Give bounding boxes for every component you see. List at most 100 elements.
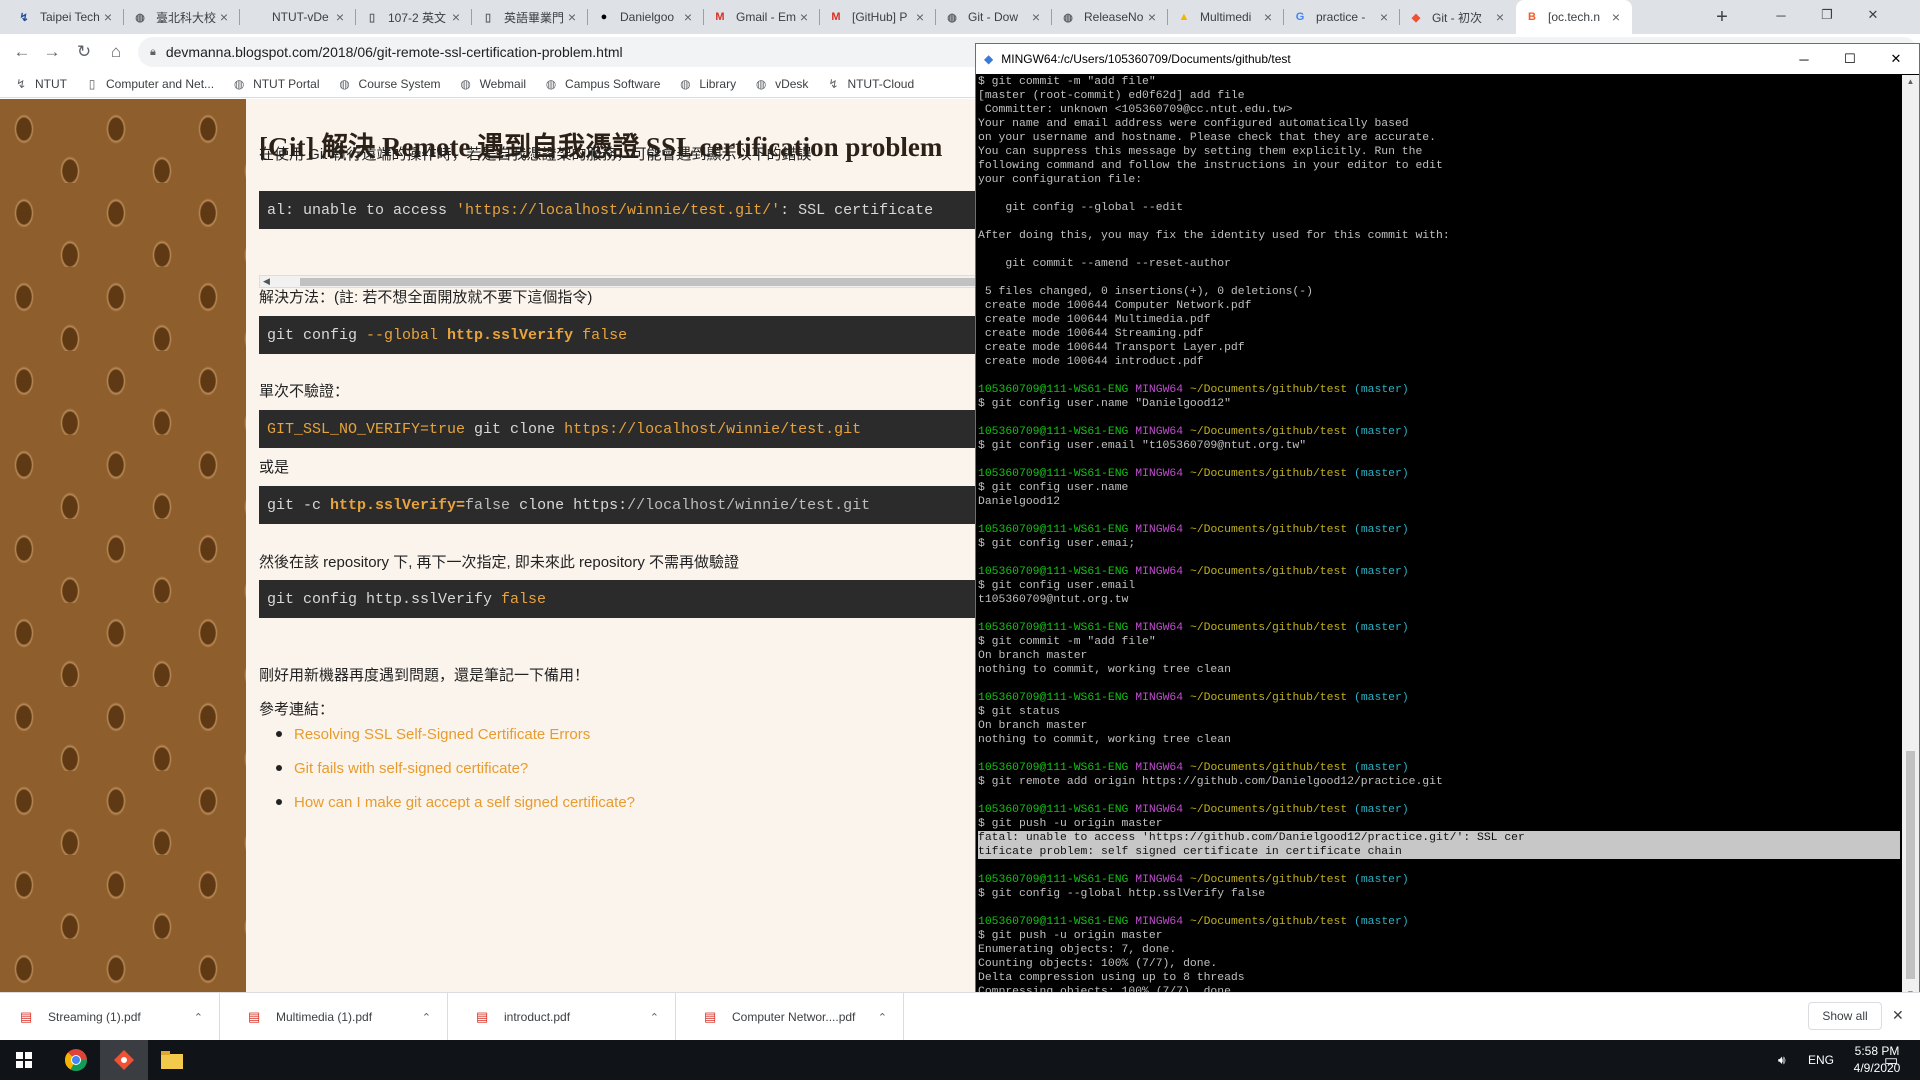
browser-restore-button[interactable]: ❐ bbox=[1804, 0, 1850, 30]
tab-close-icon[interactable]: × bbox=[1608, 9, 1624, 25]
terminal-line: On branch master bbox=[978, 650, 1088, 662]
tab-close-icon[interactable]: × bbox=[448, 9, 464, 25]
tab-close-icon[interactable]: × bbox=[1260, 9, 1276, 25]
new-tab-button[interactable]: + bbox=[1708, 0, 1736, 34]
blogger-icon: B bbox=[1528, 11, 1536, 23]
browser-tab[interactable]: ◍ ReleaseNo × bbox=[1052, 0, 1168, 34]
browser-tab[interactable]: ◍ Git - Dow × bbox=[936, 0, 1052, 34]
back-arrow-icon[interactable]: ← bbox=[8, 38, 36, 66]
tab-close-icon[interactable]: × bbox=[1028, 9, 1044, 25]
chrome-taskbar-icon[interactable] bbox=[52, 1040, 100, 1080]
chevron-up-icon[interactable]: ⌃ bbox=[422, 1011, 431, 1024]
browser-tab[interactable]: ▲ Multimedi × bbox=[1168, 0, 1284, 34]
git-bash-taskbar-icon[interactable] bbox=[100, 1040, 148, 1080]
close-shelf-icon[interactable]: ✕ bbox=[1892, 1007, 1904, 1024]
globe-icon: ◍ bbox=[545, 76, 557, 91]
terminal-close-button[interactable]: ✕ bbox=[1873, 44, 1919, 74]
download-item[interactable]: ▤ Multimedia (1).pdf ⌃ bbox=[228, 993, 448, 1041]
ntut-icon: ↯ bbox=[15, 76, 27, 91]
volume-icon[interactable]: 🔊︎ bbox=[1778, 1040, 1786, 1080]
git-bash-icon: ◆ bbox=[984, 52, 994, 66]
terminal-window[interactable]: ◆ MINGW64:/c/Users/105360709/Documents/g… bbox=[975, 43, 1920, 1001]
terminal-output[interactable]: $ git commit -m "add file" [master (root-… bbox=[978, 75, 1900, 1000]
terminal-line: Danielgood12 bbox=[978, 496, 1061, 508]
browser-tab[interactable]: ↯ Taipei Tech × bbox=[8, 0, 124, 34]
reference-link[interactable]: Git fails with self-signed certificate? bbox=[276, 751, 635, 785]
tab-close-icon[interactable]: × bbox=[332, 9, 348, 25]
terminal-prompt: 105360709@111-WS61-ENG MINGW64 ~/Documen… bbox=[978, 916, 1409, 928]
bookmark-item[interactable]: ◍ NTUT Portal bbox=[232, 76, 320, 91]
terminal-scrollbar[interactable]: ▲ ▼ bbox=[1902, 75, 1919, 1000]
file-explorer-taskbar-icon[interactable] bbox=[148, 1040, 196, 1080]
browser-tab[interactable]: M Gmail - Em × bbox=[704, 0, 820, 34]
tab-close-icon[interactable]: × bbox=[1376, 9, 1392, 25]
bookmark-item[interactable]: ◍ Campus Software bbox=[544, 76, 661, 91]
terminal-prompt: 105360709@111-WS61-ENG MINGW64 ~/Documen… bbox=[978, 622, 1409, 634]
download-item[interactable]: ▤ Streaming (1).pdf ⌃ bbox=[0, 993, 220, 1041]
taskbar-clock[interactable]: 5:58 PM 4/9/2020 bbox=[1846, 1043, 1908, 1077]
tab-close-icon[interactable]: × bbox=[100, 9, 116, 25]
reference-link[interactable]: Resolving SSL Self-Signed Certificate Er… bbox=[276, 717, 635, 751]
scroll-up-icon[interactable]: ▲ bbox=[1902, 77, 1919, 86]
browser-tab[interactable]: ▯ 英語畢業門 × bbox=[472, 0, 588, 34]
show-all-button[interactable]: Show all bbox=[1808, 1002, 1882, 1030]
terminal-scrollbar-thumb[interactable] bbox=[1906, 751, 1915, 979]
download-item[interactable]: ▤ Computer Networ....pdf ⌃ bbox=[684, 993, 904, 1041]
chevron-up-icon[interactable]: ⌃ bbox=[650, 1011, 659, 1024]
browser-tab[interactable]: ◍ 臺北科大校 × bbox=[124, 0, 240, 34]
browser-tab[interactable]: ● Danielgoo × bbox=[588, 0, 704, 34]
browser-close-button[interactable]: ✕ bbox=[1850, 0, 1896, 30]
browser-tab[interactable]: ▯ 107-2 英文 × bbox=[356, 0, 472, 34]
tab-close-icon[interactable]: × bbox=[680, 9, 696, 25]
terminal-prompt: 105360709@111-WS61-ENG MINGW64 ~/Documen… bbox=[978, 524, 1409, 536]
browser-tab[interactable]: M [GitHub] P × bbox=[820, 0, 936, 34]
terminal-line: On branch master bbox=[978, 720, 1088, 732]
terminal-line: Your name and email address were configu… bbox=[978, 118, 1409, 130]
download-item[interactable]: ▤ introduct.pdf ⌃ bbox=[456, 993, 676, 1041]
terminal-line: $ git push -u origin master bbox=[978, 818, 1163, 830]
terminal-prompt: 105360709@111-WS61-ENG MINGW64 ~/Documen… bbox=[978, 384, 1409, 396]
bookmark-item[interactable]: ↯ NTUT-Cloud bbox=[826, 77, 914, 91]
tab-close-icon[interactable]: × bbox=[216, 9, 232, 25]
browser-tab[interactable]: B [oc.tech.n × bbox=[1516, 0, 1632, 34]
scrollbar-thumb[interactable] bbox=[300, 278, 976, 286]
tab-close-icon[interactable]: × bbox=[1492, 9, 1508, 25]
tab-close-icon[interactable]: × bbox=[796, 9, 812, 25]
pdf-icon: ▤ bbox=[248, 1009, 261, 1024]
browser-tab[interactable]: NTUT-vDe × bbox=[240, 0, 356, 34]
browser-tab[interactable]: Gpractice - × bbox=[1284, 0, 1400, 34]
or-label: 或是 bbox=[259, 459, 290, 476]
terminal-titlebar[interactable]: ◆ MINGW64:/c/Users/105360709/Documents/g… bbox=[976, 44, 1919, 74]
bookmark-item[interactable]: ◍ vDesk bbox=[754, 77, 809, 91]
pdf-icon: ▤ bbox=[704, 1009, 717, 1024]
bookmark-item[interactable]: ◍ Library bbox=[678, 77, 736, 91]
input-language[interactable]: ENG bbox=[1808, 1040, 1834, 1080]
start-button[interactable] bbox=[0, 1040, 48, 1080]
terminal-minimize-button[interactable]: ─ bbox=[1781, 44, 1827, 74]
chevron-up-icon[interactable]: ⌃ bbox=[194, 1011, 203, 1024]
home-icon[interactable]: ⌂ bbox=[102, 38, 130, 66]
terminal-maximize-button[interactable]: ☐ bbox=[1827, 44, 1873, 74]
terminal-line: nothing to commit, working tree clean bbox=[978, 734, 1231, 746]
browser-tab[interactable]: ◆ Git - 初次 × bbox=[1400, 0, 1516, 34]
tab-close-icon[interactable]: × bbox=[564, 9, 580, 25]
references-list: Resolving SSL Self-Signed Certificate Er… bbox=[276, 717, 635, 819]
bookmark-item[interactable]: ↯ NTUT bbox=[14, 77, 67, 91]
bookmark-item[interactable]: ◍ Course System bbox=[338, 77, 440, 91]
bookmark-label: NTUT Portal bbox=[253, 76, 320, 91]
bookmark-item[interactable]: ▯ Computer and Net... bbox=[85, 77, 214, 91]
post-intro: 在使用 Git 執行遠端的操作時，若是自我憑證架的服務，可能會遇到顯示以下的錯誤 bbox=[259, 146, 812, 163]
notification-icon[interactable]: ▭ bbox=[1884, 1040, 1898, 1080]
forward-arrow-icon[interactable]: → bbox=[38, 38, 66, 66]
bookmark-item[interactable]: ◍ Webmail bbox=[459, 77, 526, 91]
reload-icon[interactable]: ↻ bbox=[70, 38, 98, 66]
browser-minimize-button[interactable]: ─ bbox=[1758, 0, 1804, 30]
tab-close-icon[interactable]: × bbox=[1144, 9, 1160, 25]
reference-link[interactable]: How can I make git accept a self signed … bbox=[276, 785, 635, 819]
chevron-up-icon[interactable]: ⌃ bbox=[878, 1011, 887, 1024]
tab-close-icon[interactable]: × bbox=[912, 9, 928, 25]
